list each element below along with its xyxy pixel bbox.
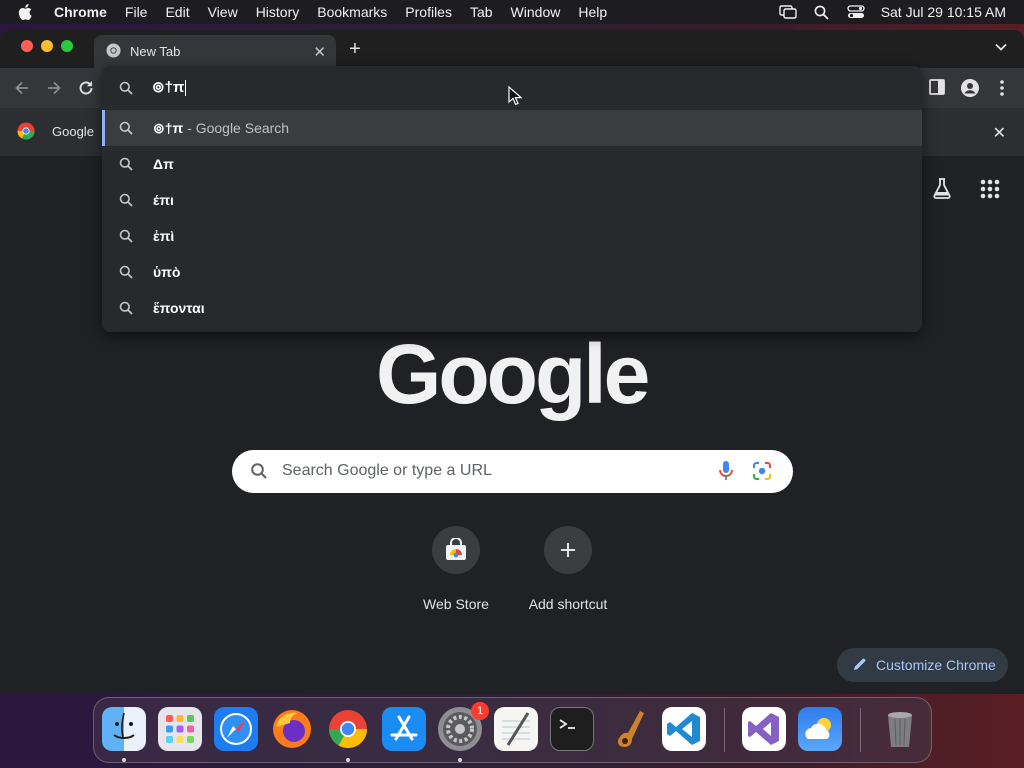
search-icon [119, 121, 133, 138]
app-store-icon[interactable] [382, 707, 426, 751]
suggestion-text: ὑπὸ [153, 264, 181, 280]
running-indicator [346, 758, 350, 762]
ntp-search-box[interactable] [232, 450, 793, 493]
macos-dock: 1 [93, 697, 932, 763]
menu-file[interactable]: File [116, 4, 157, 20]
chrome-menu-icon[interactable] [994, 78, 1014, 98]
terminal-icon[interactable] [550, 707, 594, 751]
visual-studio-icon[interactable] [742, 707, 786, 751]
search-icon [119, 301, 133, 318]
running-indicator [458, 758, 462, 762]
suggestion-text: ἕπονται [153, 300, 205, 316]
dock-separator [724, 708, 725, 752]
garageband-icon[interactable] [606, 707, 650, 751]
suggestion-item[interactable]: ὑπὸ [102, 254, 922, 290]
pencil-icon [853, 657, 867, 674]
minimize-window-button[interactable] [41, 40, 53, 52]
menu-bar-clock[interactable]: Sat Jul 29 10:15 AM [873, 4, 1024, 20]
spotlight-search-icon[interactable] [805, 0, 839, 24]
chrome-favicon-icon [106, 42, 121, 61]
tab-title: New Tab [130, 44, 181, 59]
suggestion-item[interactable]: ἐπὶ [102, 218, 922, 254]
screen-mirroring-icon[interactable] [771, 0, 805, 24]
reload-icon[interactable] [76, 78, 96, 98]
dock-separator [860, 708, 861, 752]
search-icon [250, 462, 268, 485]
mouse-pointer-icon [508, 85, 523, 111]
close-window-button[interactable] [21, 40, 33, 52]
tab-close-icon[interactable]: ✕ [313, 43, 326, 61]
suggestion-item[interactable]: Δπ [102, 146, 922, 182]
apple-menu-icon[interactable] [0, 4, 50, 20]
textedit-icon[interactable] [494, 707, 538, 751]
search-icon [119, 81, 133, 100]
tab-search-chevron-icon[interactable] [994, 40, 1010, 56]
suggestion-item-selected[interactable]: ⊚†π - Google Search [102, 110, 922, 146]
menu-window[interactable]: Window [502, 4, 570, 20]
forward-arrow-icon[interactable] [44, 78, 64, 98]
search-input[interactable] [282, 456, 702, 486]
weather-icon[interactable] [798, 707, 842, 751]
customize-chrome-label: Customize Chrome [876, 657, 996, 673]
menu-help[interactable]: Help [569, 4, 616, 20]
text-caret [185, 80, 187, 97]
google-logo: Google [376, 327, 650, 421]
firefox-icon[interactable] [270, 707, 314, 751]
menu-view[interactable]: View [199, 4, 247, 20]
menu-profiles[interactable]: Profiles [396, 4, 461, 20]
tab-strip: New Tab ✕ + [0, 30, 1024, 68]
menu-history[interactable]: History [247, 4, 309, 20]
macos-menu-bar: Chrome File Edit View History Bookmarks … [0, 0, 1024, 24]
running-indicator [122, 758, 126, 762]
suggestion-item[interactable]: έπι [102, 182, 922, 218]
address-input[interactable]: ⊚†π [152, 78, 752, 97]
google-favicon-icon [17, 122, 35, 143]
chrome-icon[interactable] [326, 707, 370, 751]
google-lens-icon[interactable] [752, 461, 772, 486]
search-icon [119, 229, 133, 246]
back-arrow-icon[interactable] [12, 78, 32, 98]
new-tab-button[interactable]: + [345, 39, 365, 59]
bookmark-bar-close-icon[interactable]: ✕ [993, 123, 1006, 143]
search-icon [119, 193, 133, 210]
trash-icon[interactable] [878, 707, 922, 751]
suggestion-suffix: - Google Search [183, 119, 290, 136]
shortcut-label: Web Store [423, 596, 489, 612]
add-icon [544, 526, 592, 574]
control-center-icon[interactable] [839, 0, 873, 24]
address-input-text: ⊚†π [152, 79, 185, 96]
google-apps-grid-icon[interactable] [979, 178, 1001, 205]
notification-badge: 1 [471, 702, 489, 720]
web-store-icon [432, 526, 480, 574]
shortcut-label: Add shortcut [528, 596, 608, 612]
menu-app-name[interactable]: Chrome [50, 4, 116, 20]
suggestion-text: έπι [153, 192, 174, 208]
finder-icon[interactable] [102, 707, 146, 751]
tab-new-tab[interactable]: New Tab ✕ [94, 35, 336, 68]
suggestion-item[interactable]: ἕπονται [102, 290, 922, 326]
shortcut-add[interactable]: Add shortcut [518, 526, 618, 612]
profile-avatar-icon[interactable] [960, 78, 980, 98]
search-icon [119, 265, 133, 282]
labs-flask-icon[interactable] [930, 176, 954, 205]
zoom-window-button[interactable] [61, 40, 73, 52]
safari-icon[interactable] [214, 707, 258, 751]
voice-search-icon[interactable] [718, 460, 734, 487]
suggestion-text: Δπ [153, 156, 174, 172]
search-icon [119, 157, 133, 174]
suggestion-text: ἐπὶ [153, 228, 175, 244]
shortcut-web-store[interactable]: Web Store [406, 526, 506, 612]
side-panel-icon[interactable] [928, 78, 948, 98]
menu-bookmarks[interactable]: Bookmarks [308, 4, 396, 20]
launchpad-icon[interactable] [158, 707, 202, 751]
suggestion-text: ⊚†π [153, 119, 184, 136]
menu-tab[interactable]: Tab [461, 4, 502, 20]
customize-chrome-button[interactable]: Customize Chrome [837, 648, 1008, 682]
vscode-icon[interactable] [662, 707, 706, 751]
bookmark-google[interactable]: Google [52, 124, 94, 139]
menu-edit[interactable]: Edit [156, 4, 198, 20]
